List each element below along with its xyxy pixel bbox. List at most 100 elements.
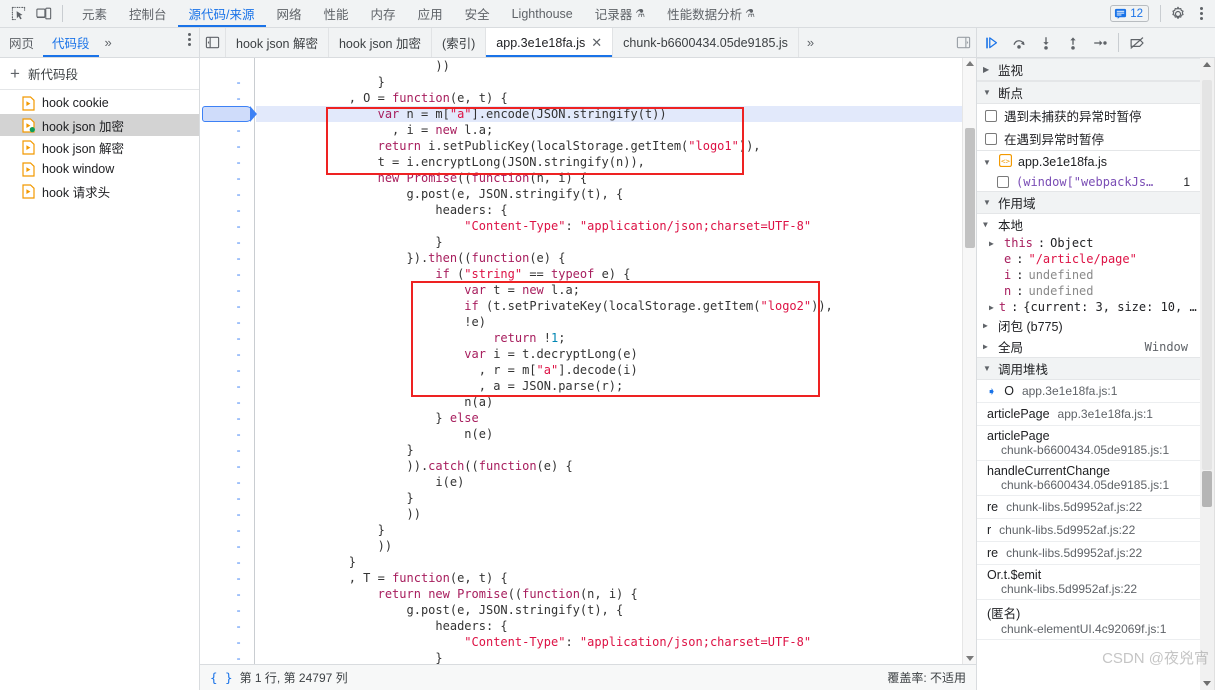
gear-icon[interactable] [1166, 3, 1190, 25]
gutter-line-32[interactable]: - [200, 570, 254, 586]
code-line-34[interactable]: g.post(e, JSON.stringify(t), { [256, 602, 976, 618]
gutter-line-26[interactable]: - [200, 474, 254, 490]
gutter-line-17[interactable]: - [200, 330, 254, 346]
scope-global-row[interactable]: ▶ 全局 Window [977, 336, 1200, 357]
panel-tab-6[interactable]: 应用 [407, 0, 454, 27]
scope-variable-2[interactable]: i: undefined [977, 267, 1200, 283]
code-line-28[interactable]: )) [256, 506, 976, 522]
gutter-line-36[interactable]: - [200, 634, 254, 650]
watch-section-header[interactable]: ▶ 监视 [977, 58, 1200, 81]
gutter-line-22[interactable]: - [200, 410, 254, 426]
panel-tab-7[interactable]: 安全 [454, 0, 501, 27]
editor-tab-3[interactable]: app.3e1e18fa.js ✕ [486, 28, 614, 57]
panel-tab-10[interactable]: 性能数据分析 ⚗ [656, 0, 766, 27]
code-line-6[interactable]: t = i.encryptLong(JSON.stringify(n)), [256, 154, 976, 170]
gutter-line-25[interactable]: - [200, 458, 254, 474]
callstack-frame-7[interactable]: Or.t.$emit chunk-libs.5d9952af.js:22 [977, 565, 1200, 600]
code-line-22[interactable]: } else [256, 410, 976, 426]
panel-tab-0[interactable]: 元素 [71, 0, 118, 27]
code-line-15[interactable]: if (t.setPrivateKey(localStorage.getItem… [256, 298, 976, 314]
gutter-line-15[interactable]: - [200, 298, 254, 314]
gutter-line-6[interactable]: - [200, 154, 254, 170]
code-line-18[interactable]: var i = t.decryptLong(e) [256, 346, 976, 362]
code-line-37[interactable]: } [256, 650, 976, 664]
gutter-line-10[interactable]: - [200, 218, 254, 234]
gutter-line-9[interactable]: - [200, 202, 254, 218]
pretty-print-icon[interactable]: { } [210, 670, 233, 685]
gutter-line-5[interactable]: - [200, 138, 254, 154]
gutter-line-8[interactable]: - [200, 186, 254, 202]
step-into-button[interactable] [1033, 31, 1059, 55]
gutter-line-37[interactable]: - [200, 650, 254, 664]
snippet-item-0[interactable]: hook cookie [0, 92, 199, 114]
code-line-7[interactable]: new Promise((function(n, i) { [256, 170, 976, 186]
navigator-tab-0[interactable]: 网页 [0, 28, 43, 57]
show-debugger-icon[interactable] [950, 28, 976, 57]
code-editor[interactable]: -------------------------------------- )… [200, 58, 976, 664]
navigator-kebab-icon[interactable] [179, 28, 199, 50]
panel-tab-4[interactable]: 性能 [313, 0, 360, 27]
code-content[interactable]: )) } , O = function(e, t) { var n = m["a… [256, 58, 976, 664]
code-line-20[interactable]: , a = JSON.parse(r); [256, 378, 976, 394]
scope-variable-1[interactable]: e: "/article/page" [977, 251, 1200, 267]
navigator-tab-1[interactable]: 代码段 [43, 28, 99, 57]
resume-script-button[interactable] [979, 31, 1005, 55]
callstack-frame-1[interactable]: articlePage app.3e1e18fa.js:1 [977, 403, 1200, 426]
scope-variable-3[interactable]: n: undefined [977, 283, 1200, 299]
code-line-14[interactable]: var t = new l.a; [256, 282, 976, 298]
panel-tab-1[interactable]: 控制台 [118, 0, 178, 27]
gutter-line-14[interactable]: - [200, 282, 254, 298]
gutter-line-0[interactable] [200, 58, 254, 74]
panel-tab-9[interactable]: 记录器 ⚗ [584, 0, 656, 27]
breakpoint-item-0[interactable]: (window["webpackJs… 1 [977, 173, 1200, 191]
step-out-button[interactable] [1060, 31, 1086, 55]
gutter-line-18[interactable]: - [200, 346, 254, 362]
code-line-31[interactable]: } [256, 554, 976, 570]
code-line-36[interactable]: "Content-Type": "application/json;charse… [256, 634, 976, 650]
gutter-line-33[interactable]: - [200, 586, 254, 602]
code-line-1[interactable]: } [256, 74, 976, 90]
scope-variable-4[interactable]: ▶ t: {current: 3, size: 10, … [977, 299, 1200, 315]
callstack-frame-0[interactable]: ➧ Oapp.3e1e18fa.js:1 [977, 380, 1200, 403]
code-line-2[interactable]: , O = function(e, t) { [256, 90, 976, 106]
deactivate-breakpoints-button[interactable] [1124, 31, 1150, 55]
new-snippet-button[interactable]: + 新代码段 [0, 58, 199, 90]
code-line-4[interactable]: , i = new l.a; [256, 122, 976, 138]
step-over-button[interactable] [1006, 31, 1032, 55]
snippet-item-3[interactable]: hook window [0, 158, 199, 180]
gutter-line-4[interactable]: - [200, 122, 254, 138]
code-line-27[interactable]: } [256, 490, 976, 506]
debugger-scroll-down-icon[interactable] [1203, 681, 1211, 686]
gutter-line-34[interactable]: - [200, 602, 254, 618]
gutter-line-27[interactable]: - [200, 490, 254, 506]
cursor-position[interactable]: { } 第 1 行, 第 24797 列 [210, 669, 348, 686]
panel-tab-3[interactable]: 网络 [266, 0, 313, 27]
pause-option-0[interactable]: 遇到未捕获的异常时暂停 [977, 104, 1200, 127]
checkbox[interactable] [997, 176, 1009, 188]
gutter-line-11[interactable]: - [200, 234, 254, 250]
callstack-frame-4[interactable]: re chunk-libs.5d9952af.js:22 [977, 496, 1200, 519]
snippet-item-1[interactable]: hook json 加密 [0, 114, 199, 136]
code-line-3[interactable]: var n = m["a"].encode(JSON.stringify(t)) [256, 106, 976, 122]
snippet-item-4[interactable]: hook 请求头 [0, 180, 199, 202]
gutter-line-31[interactable]: - [200, 554, 254, 570]
code-line-8[interactable]: g.post(e, JSON.stringify(t), { [256, 186, 976, 202]
callstack-frame-6[interactable]: re chunk-libs.5d9952af.js:22 [977, 542, 1200, 565]
gutter-line-1[interactable]: - [200, 74, 254, 90]
gutter-line-12[interactable]: - [200, 250, 254, 266]
gutter-line-20[interactable]: - [200, 378, 254, 394]
gutter-line-13[interactable]: - [200, 266, 254, 282]
gutter-line-28[interactable]: - [200, 506, 254, 522]
debugger-scroll-track[interactable] [1202, 80, 1212, 470]
line-number-gutter[interactable]: -------------------------------------- [200, 58, 255, 664]
panel-tab-5[interactable]: 内存 [360, 0, 407, 27]
gutter-line-23[interactable]: - [200, 426, 254, 442]
close-icon[interactable]: ✕ [591, 36, 602, 49]
callstack-section-header[interactable]: ▼ 调用堆栈 [977, 357, 1200, 380]
callstack-frame-3[interactable]: handleCurrentChange chunk-b6600434.05de91… [977, 461, 1200, 496]
checkbox[interactable] [985, 109, 997, 122]
gutter-line-35[interactable]: - [200, 618, 254, 634]
code-line-19[interactable]: , r = m["a"].decode(i) [256, 362, 976, 378]
code-line-10[interactable]: "Content-Type": "application/json;charse… [256, 218, 976, 234]
editor-more-tabs-icon[interactable]: » [799, 28, 822, 57]
